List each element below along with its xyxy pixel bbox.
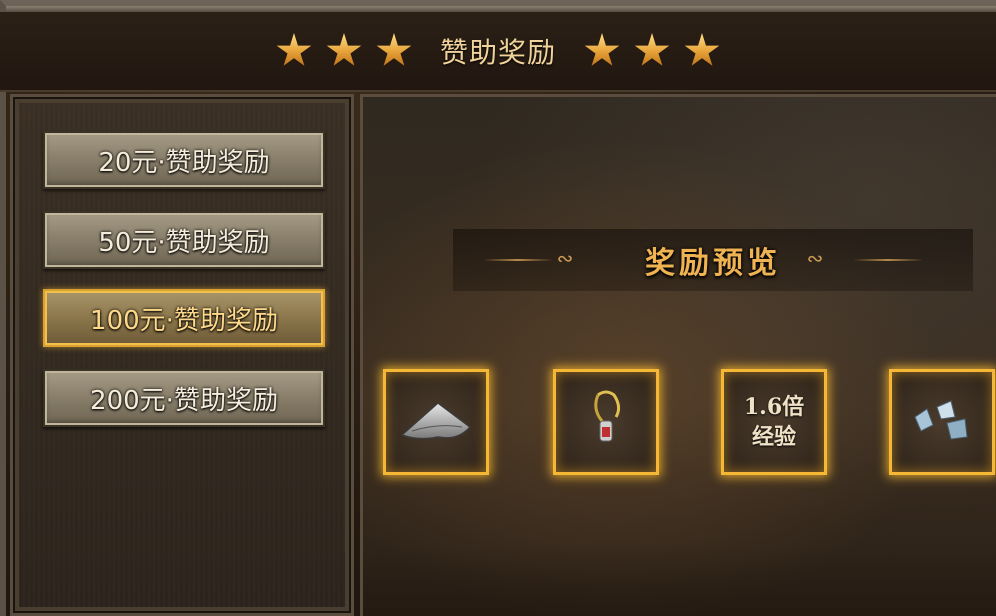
tier-button-20[interactable]: 20元·赞助奖励 (43, 131, 325, 189)
reward-slot[interactable] (553, 369, 659, 475)
reward-items-row: 1.6倍 经验 (381, 369, 996, 479)
reward-slot[interactable] (383, 369, 489, 475)
divider-line (853, 259, 923, 261)
reward-slot-exp-boost[interactable]: 1.6倍 经验 (721, 369, 827, 475)
scroll-ornament-icon: ∾ (556, 246, 574, 270)
exp-boost-label: 1.6倍 经验 (744, 392, 804, 452)
preview-title: 奖励预览 (645, 246, 781, 281)
tier-button-100[interactable]: 100元·赞助奖励 (43, 289, 325, 347)
star-icon (634, 33, 670, 66)
page-title: 赞助奖励 (439, 36, 556, 69)
necklace-pendant-icon (594, 390, 621, 442)
divider-line (483, 259, 553, 261)
preview-header: ∾ 奖励预览 ∾ (453, 229, 973, 291)
reward-preview-area: ∾ 奖励预览 ∾ 1.6倍 经验 (360, 94, 996, 616)
title-bar: 赞助奖励 (0, 12, 996, 92)
exp-boost-line2: 经验 (751, 424, 796, 450)
star-icon (276, 33, 312, 66)
reward-slot[interactable] (889, 369, 995, 475)
bottom-shade (363, 546, 996, 616)
tier-list-panel: 20元·赞助奖励 50元·赞助奖励 100元·赞助奖励 200元·赞助奖励 (10, 94, 354, 616)
tier-button-200[interactable]: 200元·赞助奖励 (43, 369, 325, 427)
tier-button-50[interactable]: 50元·赞助奖励 (43, 211, 325, 269)
exp-boost-line1: 1.6倍 (743, 394, 805, 420)
straw-hat-icon (400, 402, 472, 440)
star-icon (326, 33, 362, 66)
crystal-shards-icon (914, 400, 968, 440)
star-icon (376, 33, 412, 66)
star-icon (684, 33, 720, 66)
scroll-ornament-icon: ∾ (806, 246, 824, 270)
star-icon (584, 33, 620, 66)
